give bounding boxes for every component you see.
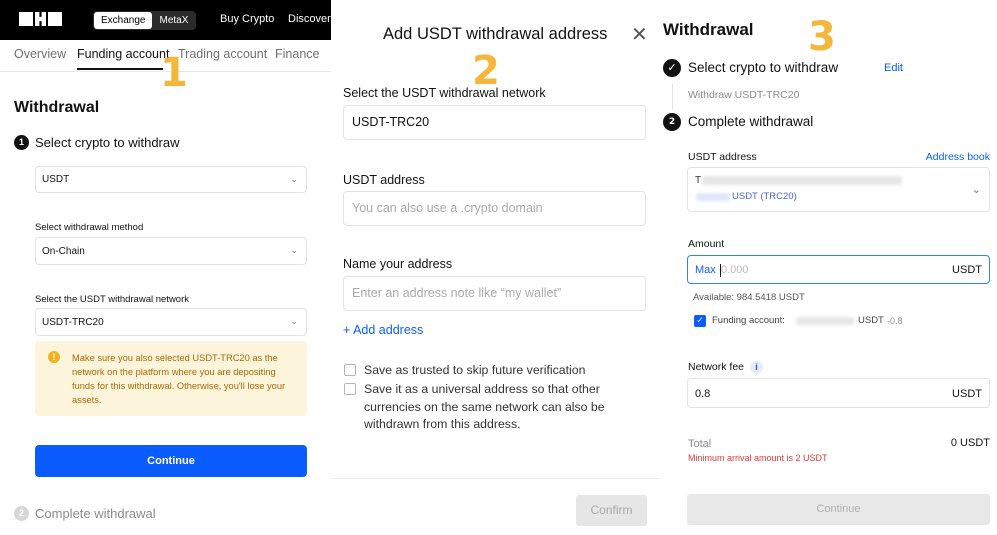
warning-icon: ! <box>48 351 60 363</box>
chevron-down-icon: ⌄ <box>290 315 298 326</box>
tab-funding-account[interactable]: Funding account <box>77 47 169 61</box>
amount-input[interactable]: Max 0.000 USDT <box>687 255 990 284</box>
min-arrival-warning: Minimum arrival amount is 2 USDT <box>688 453 828 463</box>
method-select-value: On-Chain <box>42 245 85 257</box>
step-1-summary: Withdraw USDT-TRC20 <box>688 89 800 101</box>
network-fee-value: 0.8 <box>695 388 711 400</box>
top-navbar: Exchange MetaX Buy Crypto Discover <box>0 0 331 40</box>
total-value: 0 USDT <box>950 437 990 449</box>
amount-unit: USDT <box>952 264 982 276</box>
funding-delta: -0.8 <box>887 316 903 326</box>
chevron-down-icon: ⌄ <box>290 173 298 184</box>
complete-withdrawal-panel: Withdrawal 3 ✓ Select crypto to withdraw… <box>660 0 997 535</box>
address-name-label: Name your address <box>343 257 453 271</box>
address-prefix: T <box>695 175 702 186</box>
continue-button[interactable]: Continue <box>687 494 990 525</box>
step-2-label: Complete withdrawal <box>35 506 156 521</box>
redacted-address <box>702 176 902 185</box>
step-1-label: Select crypto to withdraw <box>688 60 839 75</box>
network-fee-unit: USDT <box>952 388 982 400</box>
step-number-1: 1 <box>160 50 188 96</box>
add-address-dialog: Add USDT withdrawal address ✕ 2 Select t… <box>331 0 660 535</box>
exchange-tab[interactable]: Exchange <box>94 12 153 29</box>
network-label: Select the USDT withdrawal network <box>35 294 189 305</box>
address-name-input[interactable]: Enter an address note like “my wallet” <box>343 276 646 311</box>
address-book-link[interactable]: Address book <box>926 151 990 163</box>
active-tab-underline <box>77 68 163 70</box>
withdrawal-panel: Exchange MetaX Buy Crypto Discover Overv… <box>0 0 331 535</box>
network-select[interactable]: USDT-TRC20 ⌄ <box>35 308 307 336</box>
add-address-link[interactable]: + Add address <box>343 323 423 337</box>
funding-account-checkbox[interactable]: ✓ <box>694 315 706 327</box>
crypto-select-value: USDT <box>42 174 70 185</box>
nav-buy-crypto[interactable]: Buy Crypto <box>220 13 274 25</box>
step-1-label: Select crypto to withdraw <box>35 135 180 150</box>
universal-checkbox-label: Save it as a universal address so that o… <box>364 382 605 431</box>
tab-finance[interactable]: Finance <box>275 47 319 61</box>
close-icon[interactable]: ✕ <box>631 22 648 46</box>
address-label: USDT address <box>343 173 425 187</box>
step-2-badge: 2 <box>663 113 681 131</box>
network-field[interactable]: USDT-TRC20 <box>343 105 646 140</box>
crypto-select[interactable]: USDT ⌄ <box>35 166 307 193</box>
chevron-down-icon: ⌄ <box>290 244 298 255</box>
tab-overview[interactable]: Overview <box>14 47 66 61</box>
footer-divider <box>331 478 660 479</box>
metax-tab[interactable]: MetaX <box>152 12 195 29</box>
method-select[interactable]: On-Chain ⌄ <box>35 237 307 265</box>
address-select[interactable]: T USDT (TRC20) ⌄ <box>687 167 990 212</box>
trusted-checkbox-label: Save as trusted to skip future verificat… <box>364 363 586 377</box>
trusted-checkbox[interactable] <box>344 364 356 376</box>
step-number-3: 3 <box>808 14 836 60</box>
okx-logo[interactable] <box>19 12 62 26</box>
step-2-label: Complete withdrawal <box>688 114 814 129</box>
page-title: Withdrawal <box>14 99 100 116</box>
dialog-title: Add USDT withdrawal address <box>383 25 608 43</box>
continue-button[interactable]: Continue <box>35 445 307 477</box>
step-connector <box>672 84 673 109</box>
step-2-badge: 2 <box>14 506 29 521</box>
redacted-address-name <box>696 193 730 201</box>
chevron-down-icon: ⌄ <box>971 183 981 196</box>
funding-account-label: Funding account: <box>712 315 785 326</box>
address-network: USDT (TRC20) <box>732 191 797 202</box>
funding-unit: USDT <box>858 315 884 326</box>
redacted-balance <box>796 317 854 325</box>
tab-trading-account[interactable]: Trading account <box>178 47 267 61</box>
address-label: USDT address <box>688 151 757 163</box>
mode-switch: Exchange MetaX <box>93 11 197 30</box>
check-icon: ✓ <box>663 59 681 77</box>
universal-checkbox[interactable] <box>344 383 356 395</box>
network-fee-label: Network fee <box>688 361 745 373</box>
edit-link[interactable]: Edit <box>884 62 903 74</box>
address-input[interactable]: You can also use a .crypto domain <box>343 191 646 226</box>
network-fee-field: 0.8 USDT <box>687 378 990 408</box>
warning-text: Make sure you also selected USDT-TRC20 a… <box>72 353 286 405</box>
confirm-button[interactable]: Confirm <box>576 495 647 526</box>
network-warning: ! Make sure you also selected USDT-TRC20… <box>35 341 307 416</box>
page-title: Withdrawal <box>663 20 754 39</box>
nav-discover[interactable]: Discover <box>288 13 331 25</box>
step-1-badge: 1 <box>14 135 29 150</box>
info-icon[interactable]: i <box>750 361 763 374</box>
method-label: Select withdrawal method <box>35 222 144 233</box>
network-select-value: USDT-TRC20 <box>42 316 104 328</box>
network-label: Select the USDT withdrawal network <box>343 86 546 100</box>
amount-label: Amount <box>688 238 725 250</box>
max-button[interactable]: Max <box>695 264 716 276</box>
total-label: Total <box>688 438 712 450</box>
amount-placeholder: 0.000 <box>721 264 749 276</box>
available-balance: Available: 984.5418 USDT <box>693 292 805 303</box>
